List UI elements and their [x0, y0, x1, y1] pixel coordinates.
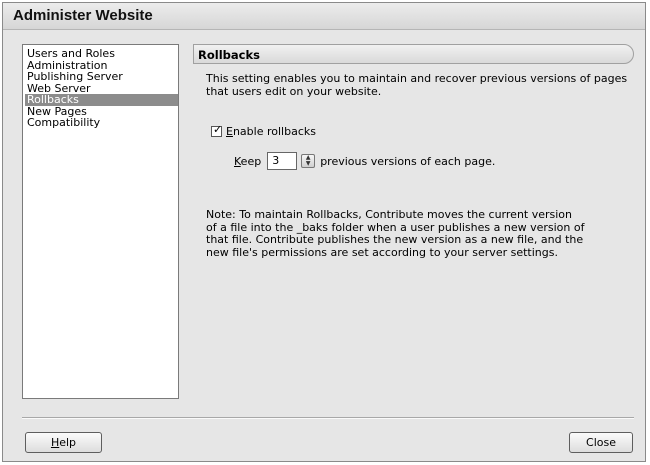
sidebar-item-publishing-server[interactable]: Publishing Server: [25, 71, 178, 83]
section-header: Rollbacks: [193, 44, 634, 64]
keep-versions-row: Keep 3 ▲ ▼ previous versions of each pag…: [234, 152, 495, 170]
administer-website-dialog: Administer Website Users and Roles Admin…: [2, 2, 646, 462]
category-list[interactable]: Users and Roles Administration Publishin…: [22, 44, 179, 399]
enable-rollbacks-row[interactable]: ✓ Enable rollbacks: [211, 123, 316, 138]
checkmark-icon: ✓: [213, 123, 223, 136]
enable-rollbacks-label[interactable]: Enable rollbacks: [226, 125, 316, 138]
window-title: Administer Website: [13, 7, 153, 24]
section-title: Rollbacks: [198, 48, 260, 62]
sidebar-item-rollbacks[interactable]: Rollbacks: [25, 94, 178, 106]
sidebar-item-compatibility[interactable]: Compatibility: [25, 117, 178, 129]
versions-spinner[interactable]: ▲ ▼: [301, 154, 316, 168]
rollbacks-note: Note: To maintain Rollbacks, Contribute …: [206, 208, 585, 259]
enable-rollbacks-checkbox[interactable]: ✓: [211, 123, 223, 137]
sidebar-item-users-and-roles[interactable]: Users and Roles: [25, 48, 178, 60]
help-button[interactable]: Help: [25, 432, 102, 453]
close-button[interactable]: Close: [569, 432, 633, 453]
keep-label: Keep: [234, 154, 262, 168]
spin-down-icon[interactable]: ▼: [306, 161, 311, 167]
keep-suffix-label: previous versions of each page.: [320, 154, 496, 168]
title-bar: Administer Website: [3, 3, 645, 30]
section-description: This setting enables you to maintain and…: [206, 72, 628, 98]
versions-count-input[interactable]: 3: [267, 152, 298, 170]
footer-divider: [22, 417, 634, 419]
